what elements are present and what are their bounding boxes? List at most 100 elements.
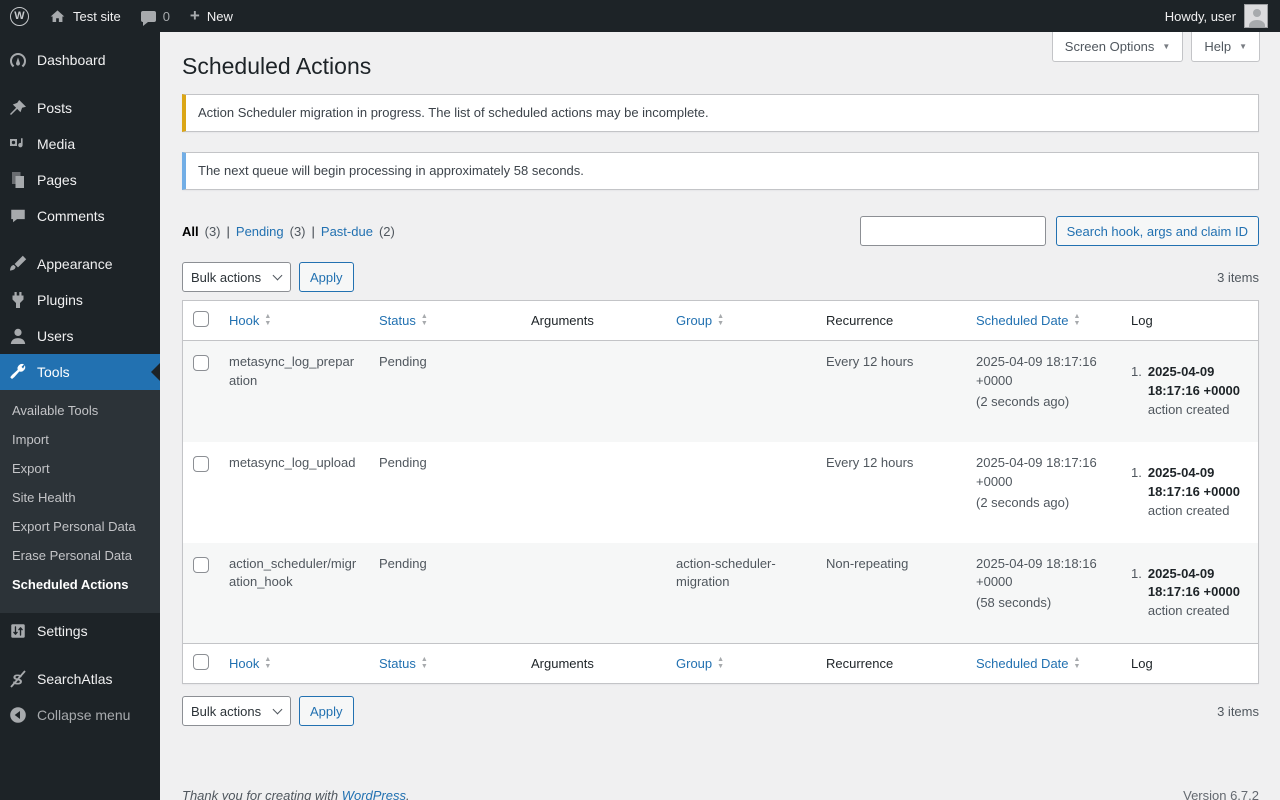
settings-icon: [8, 621, 28, 641]
cell-scheduled-date: 2025-04-09 18:17:16 +0000 (2 seconds ago…: [966, 442, 1121, 543]
table-row: metasync_log_preparation Pending Every 1…: [182, 340, 1259, 442]
cell-scheduled-date: 2025-04-09 18:17:16 +0000 (2 seconds ago…: [966, 341, 1121, 442]
sort-group[interactable]: Group ▲ ▼: [676, 312, 724, 330]
footer-thanks: Thank you for creating with WordPress.: [182, 788, 410, 800]
sort-desc-icon: ▼: [717, 319, 725, 327]
footer-cell-group: Group ▲ ▼: [666, 643, 816, 684]
sidebar-item-tools[interactable]: Tools: [0, 354, 160, 390]
cell-log: 1. 2025-04-09 18:17:16 +0000 action crea…: [1121, 442, 1259, 543]
sort-hook[interactable]: Hook ▲ ▼: [229, 655, 271, 673]
comment-bubble-icon: [140, 10, 156, 26]
bulk-actions-select[interactable]: Bulk actions: [182, 262, 291, 293]
tablenav-bottom: Bulk actions Apply 3 items: [182, 696, 1259, 727]
admin-content: Screen Options ▼ Help ▼ Scheduled Action…: [160, 32, 1280, 800]
help-button[interactable]: Help ▼: [1191, 32, 1260, 62]
cell-arguments: [521, 341, 666, 442]
sidebar-item-media[interactable]: Media: [0, 126, 160, 162]
log-number: 1.: [1131, 565, 1142, 581]
sort-indicator: ▲ ▼: [1073, 656, 1081, 670]
filter-separator: |: [226, 223, 230, 239]
sidebar-item-comments[interactable]: Comments: [0, 198, 160, 234]
filter-pending[interactable]: Pending: [236, 224, 284, 239]
sort-scheduled-date[interactable]: Scheduled Date ▲ ▼: [976, 655, 1080, 673]
sidebar-item-posts[interactable]: Posts: [0, 90, 160, 126]
sidebar-item-label: Pages: [37, 172, 77, 188]
bulk-actions-select[interactable]: Bulk actions: [182, 696, 291, 727]
search-input[interactable]: [859, 216, 1046, 247]
chevron-down-icon: ▼: [1239, 42, 1247, 51]
row-checkbox[interactable]: [193, 556, 209, 573]
migration-notice-text: Action Scheduler migration in progress. …: [198, 104, 709, 120]
header-cell-hook: Hook ▲ ▼: [219, 300, 369, 342]
cell-log: 1. 2025-04-09 18:17:16 +0000 action crea…: [1121, 543, 1259, 644]
sort-indicator: ▲ ▼: [264, 656, 271, 670]
header-cell-recurrence: Recurrence: [816, 300, 966, 342]
sidebar-item-pages[interactable]: Pages: [0, 162, 160, 198]
sidebar-item-dashboard[interactable]: Dashboard: [0, 42, 160, 78]
current-menu-arrow: [151, 363, 160, 381]
search-box: Search hook, args and claim ID: [859, 216, 1259, 247]
apply-button[interactable]: Apply: [299, 696, 354, 727]
search-button[interactable]: Search hook, args and claim ID: [1055, 216, 1259, 247]
sort-status[interactable]: Status ▲ ▼: [379, 655, 428, 673]
submenu-item-site-health[interactable]: Site Health: [0, 483, 160, 512]
cell-cb: [183, 543, 220, 644]
submenu-item-import[interactable]: Import: [0, 425, 160, 454]
log-body: 2025-04-09 18:17:16 +0000 action created: [1148, 464, 1248, 521]
column-label: Group: [676, 655, 713, 671]
log-entry: 1. 2025-04-09 18:17:16 +0000 action crea…: [1131, 363, 1248, 420]
filter-past-due-count: (2): [378, 223, 395, 239]
wordpress-logo-menu[interactable]: W: [10, 6, 29, 26]
header-cell-cb: [182, 300, 219, 342]
sort-scheduled-date[interactable]: Scheduled Date ▲ ▼: [976, 312, 1080, 330]
scheduled-relative: (58 seconds): [976, 595, 1052, 611]
sort-desc-icon: ▼: [717, 662, 725, 670]
filter-all-count: (3): [204, 223, 221, 239]
chevron-down-icon: ▼: [1162, 42, 1171, 51]
select-all-checkbox[interactable]: [193, 311, 209, 328]
sidebar-item-plugins[interactable]: Plugins: [0, 282, 160, 318]
new-content-menu[interactable]: + New: [190, 7, 233, 24]
submenu-item-export-personal-data[interactable]: Export Personal Data: [0, 512, 160, 541]
log-text: action created: [1147, 603, 1230, 619]
wordpress-link[interactable]: WordPress: [342, 788, 406, 800]
submenu-item-erase-personal-data[interactable]: Erase Personal Data: [0, 541, 160, 570]
sidebar-item-collapse-menu[interactable]: Collapse menu: [0, 697, 160, 733]
cell-group: [666, 442, 816, 543]
sidebar-item-label: Media: [37, 136, 76, 152]
cell-hook: metasync_log_preparation: [229, 354, 355, 389]
screen-options-button[interactable]: Screen Options ▼: [1051, 32, 1184, 62]
sidebar-item-users[interactable]: Users: [0, 318, 160, 354]
sidebar-item-appearance[interactable]: Appearance: [0, 246, 160, 282]
sort-status[interactable]: Status ▲ ▼: [379, 312, 428, 330]
row-checkbox[interactable]: [193, 355, 209, 372]
submenu-item-available-tools[interactable]: Available Tools: [0, 396, 160, 425]
sidebar-item-settings[interactable]: Settings: [0, 613, 160, 649]
bulk-actions-select-wrap: Bulk actions: [182, 696, 291, 727]
cell-scheduled-date: 2025-04-09 18:18:16 +0000 (58 seconds): [966, 543, 1121, 644]
sort-hook[interactable]: Hook ▲ ▼: [229, 312, 271, 330]
submenu-item-scheduled-actions[interactable]: Scheduled Actions: [0, 570, 160, 599]
queue-notice: The next queue will begin processing in …: [182, 152, 1259, 191]
select-all-checkbox[interactable]: [193, 654, 209, 671]
site-name-menu[interactable]: Test site: [49, 8, 121, 25]
sort-group[interactable]: Group ▲ ▼: [676, 655, 724, 673]
sort-desc-icon: ▼: [1073, 662, 1081, 670]
cell-status: Pending: [379, 454, 427, 470]
row-checkbox[interactable]: [193, 455, 209, 472]
menu-separator: [0, 234, 160, 246]
user-avatar[interactable]: [1244, 4, 1268, 28]
apply-button[interactable]: Apply: [299, 262, 354, 293]
sidebar-item-searchatlas[interactable]: S SearchAtlas: [0, 661, 160, 697]
scheduled-date: 2025-04-09 18:17:16 +0000: [976, 354, 1097, 389]
log-body: 2025-04-09 18:17:16 +0000 action created: [1148, 565, 1248, 622]
comments-menu[interactable]: 0: [140, 9, 170, 26]
column-label: Group: [676, 312, 713, 328]
filter-all[interactable]: All: [182, 224, 199, 239]
column-label: Scheduled Date: [976, 655, 1069, 671]
howdy-menu[interactable]: Howdy, user: [1165, 9, 1236, 24]
sort-desc-icon: ▼: [420, 662, 428, 670]
submenu-item-export[interactable]: Export: [0, 454, 160, 483]
filter-past-due[interactable]: Past-due: [321, 224, 373, 239]
collapse-arrow-icon: [8, 705, 28, 725]
